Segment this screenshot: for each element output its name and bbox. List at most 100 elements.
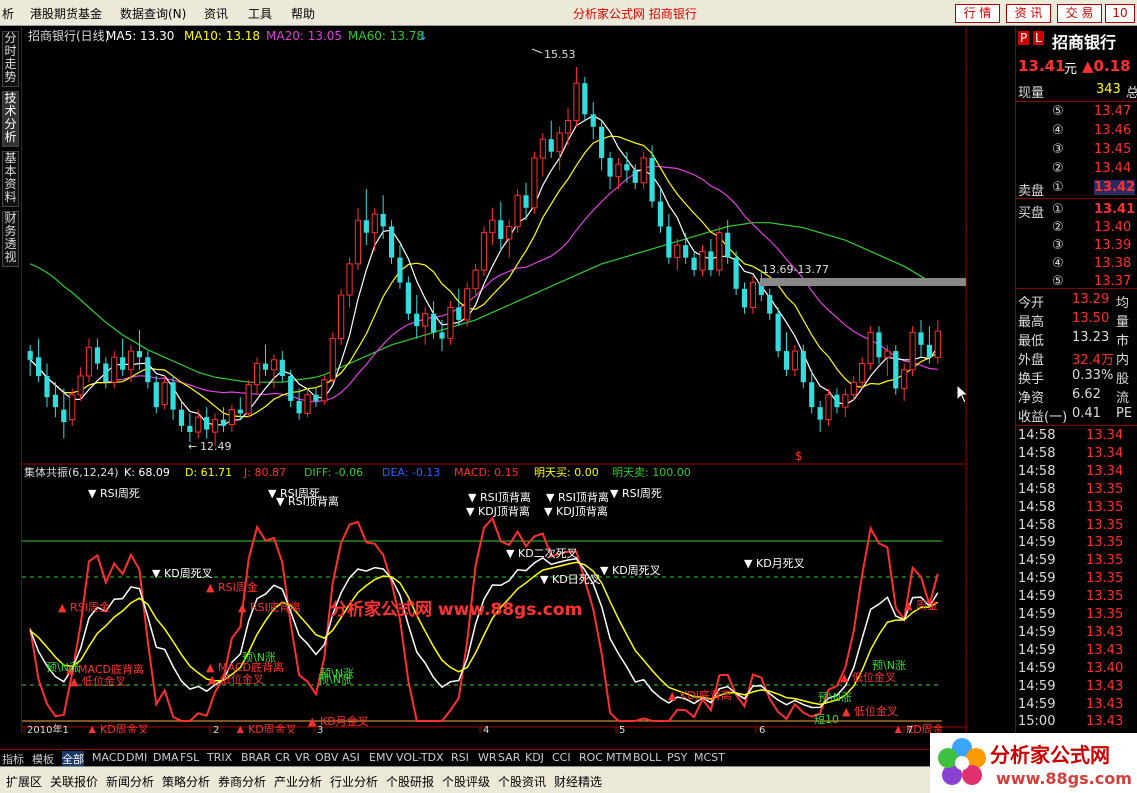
- chart-area[interactable]: 招商银行(日线) MA5: 13.30 MA10: 13.18 MA20: 13…: [22, 27, 1016, 736]
- tick-price: 13.34: [1086, 463, 1124, 479]
- ma20-legend: MA20: 13.05: [266, 29, 342, 43]
- indicator-tab[interactable]: BRAR: [241, 751, 271, 764]
- watermark-text: 分析家公式网 www.88gs.com: [330, 599, 582, 620]
- bid-level: ①: [1052, 202, 1064, 217]
- candle-body: [556, 132, 563, 153]
- bid-row: ③ 13.39: [1016, 237, 1137, 255]
- signal-label: MACD底背离: [78, 662, 144, 676]
- tick-price: 13.43: [1086, 624, 1124, 640]
- menu-item-data-query[interactable]: 数据查询(N): [120, 5, 186, 22]
- menu-item-tools[interactable]: 工具: [248, 5, 272, 22]
- candle-body: [791, 350, 799, 371]
- indicator-tab[interactable]: 指标: [2, 751, 24, 767]
- news-button[interactable]: 资 讯: [1006, 4, 1051, 23]
- status-tab[interactable]: 关联报价: [50, 773, 98, 790]
- candle-body: [590, 114, 596, 127]
- indicator-tab[interactable]: CCI: [552, 751, 571, 764]
- tick-price: 13.35: [1086, 553, 1124, 569]
- tab-intraday[interactable]: 分时走势: [2, 31, 19, 87]
- flower-logo-icon: [938, 738, 986, 785]
- menu-item-hk-futures[interactable]: 港股期货基金: [30, 5, 102, 22]
- status-tab[interactable]: 新闻分析: [106, 773, 154, 790]
- up-triangle-icon: ▲: [904, 599, 913, 612]
- down-triangle-icon: ▼: [466, 505, 475, 518]
- chart-canvas: 招商银行(日线) MA5: 13.30 MA10: 13.18 MA20: 13…: [22, 27, 1016, 736]
- ma-legend-arrow-icon: ↓: [418, 29, 428, 43]
- signal-label: KDJ底背离: [680, 688, 732, 702]
- indicator-tab[interactable]: VR: [295, 751, 310, 764]
- tick-row: 14:58 13.35: [1016, 481, 1137, 499]
- status-tab[interactable]: 策略分析: [162, 773, 210, 790]
- indicator-tab[interactable]: VOL-TDX: [396, 751, 444, 764]
- tick-time: 14:59: [1018, 624, 1056, 640]
- trade-button[interactable]: 交 易: [1057, 4, 1102, 23]
- stat-label: 收益(一): [1018, 410, 1068, 425]
- tab-finance[interactable]: 财务透视: [2, 211, 19, 267]
- indicator-tab[interactable]: MTM: [606, 751, 632, 764]
- indicator-tab[interactable]: 模板: [32, 751, 54, 767]
- indicator-tab[interactable]: ROC: [579, 751, 603, 764]
- tick-time: 14:58: [1018, 499, 1056, 515]
- candle-body: [338, 294, 345, 340]
- ask-row: ② 13.44: [1016, 160, 1137, 178]
- candle-body: [523, 195, 529, 208]
- candle-body: [187, 425, 193, 433]
- candle-body: [876, 332, 882, 358]
- indicator-tab[interactable]: FSL: [180, 751, 199, 764]
- indicator-tab[interactable]: WR: [478, 751, 497, 764]
- quote-button[interactable]: 行 情: [955, 4, 1000, 23]
- indicator-tab[interactable]: EMV: [369, 751, 393, 764]
- ask-level: ⑤: [1052, 104, 1064, 119]
- status-tab[interactable]: 产业分析: [274, 773, 322, 790]
- signal-label: 预\N涨: [320, 667, 354, 680]
- signal-annotation: 预\N涨: [46, 661, 80, 674]
- indicator-tab[interactable]: ASI: [342, 751, 360, 764]
- indicator-tab[interactable]: CR: [275, 751, 290, 764]
- signal-annotation: ▲ RSI周金: [58, 600, 110, 614]
- indicator-tab[interactable]: KDJ: [525, 751, 544, 764]
- dea-legend: DEA: -0.13: [382, 466, 440, 479]
- indicator-tab[interactable]: 全部: [62, 751, 84, 767]
- status-tab[interactable]: 个股资讯: [498, 773, 546, 790]
- indicator-tab[interactable]: TRIX: [207, 751, 232, 764]
- up-triangle-icon: ▲: [58, 601, 67, 614]
- signal-label: RSI周金: [70, 600, 110, 614]
- indicator-tab[interactable]: PSY: [667, 751, 687, 764]
- indicator-tab[interactable]: OBV: [315, 751, 338, 764]
- status-tab[interactable]: 财经精选: [554, 773, 602, 790]
- tab-technical[interactable]: 技术分析: [2, 91, 19, 147]
- indicator-tab[interactable]: MCST: [694, 751, 725, 764]
- indicator-tab[interactable]: MACD: [92, 751, 125, 764]
- status-tab[interactable]: 券商分析: [218, 773, 266, 790]
- indicator-tab[interactable]: SAR: [498, 751, 520, 764]
- indicator-tab[interactable]: DMI: [126, 751, 147, 764]
- status-tab[interactable]: 个股研报: [386, 773, 434, 790]
- candle-body: [506, 225, 513, 240]
- status-tab[interactable]: 个股评级: [442, 773, 490, 790]
- tab-fundamentals[interactable]: 基本资料: [2, 151, 19, 207]
- menu-item-news[interactable]: 资讯: [204, 5, 228, 22]
- menu-item-analysis[interactable]: 析: [2, 5, 14, 22]
- stat-row: 最高 13.50 量: [1016, 310, 1137, 330]
- stat-row: 换手 0.33% 股: [1016, 367, 1137, 387]
- candle-body: [456, 307, 462, 320]
- indicator-tab[interactable]: RSI: [451, 751, 469, 764]
- candle-body: [749, 282, 757, 308]
- status-tab[interactable]: 扩展区: [6, 773, 42, 790]
- candle-body: [195, 416, 202, 433]
- tick-time: 14:58: [1018, 445, 1056, 461]
- bid-price: 13.40: [1094, 220, 1132, 235]
- tick-time: 14:59: [1018, 553, 1056, 569]
- ask-row: ④ 13.46: [1016, 122, 1137, 140]
- toolbar-button-10[interactable]: 10: [1105, 4, 1135, 23]
- indicator-tab[interactable]: BOLL: [633, 751, 661, 764]
- ask-row: 卖盘 ① 13.42: [1016, 179, 1137, 199]
- menu-item-help[interactable]: 帮助: [291, 5, 315, 22]
- signal-annotation: ▲ 周金: [904, 598, 938, 612]
- tick-row: 14:58 13.35: [1016, 517, 1137, 535]
- tick-row: 14:59 13.43: [1016, 678, 1137, 696]
- down-triangle-icon: ▼: [506, 547, 515, 560]
- ask-row: ③ 13.45: [1016, 141, 1137, 159]
- indicator-tab[interactable]: DMA: [153, 751, 179, 764]
- status-tab[interactable]: 行业分析: [330, 773, 378, 790]
